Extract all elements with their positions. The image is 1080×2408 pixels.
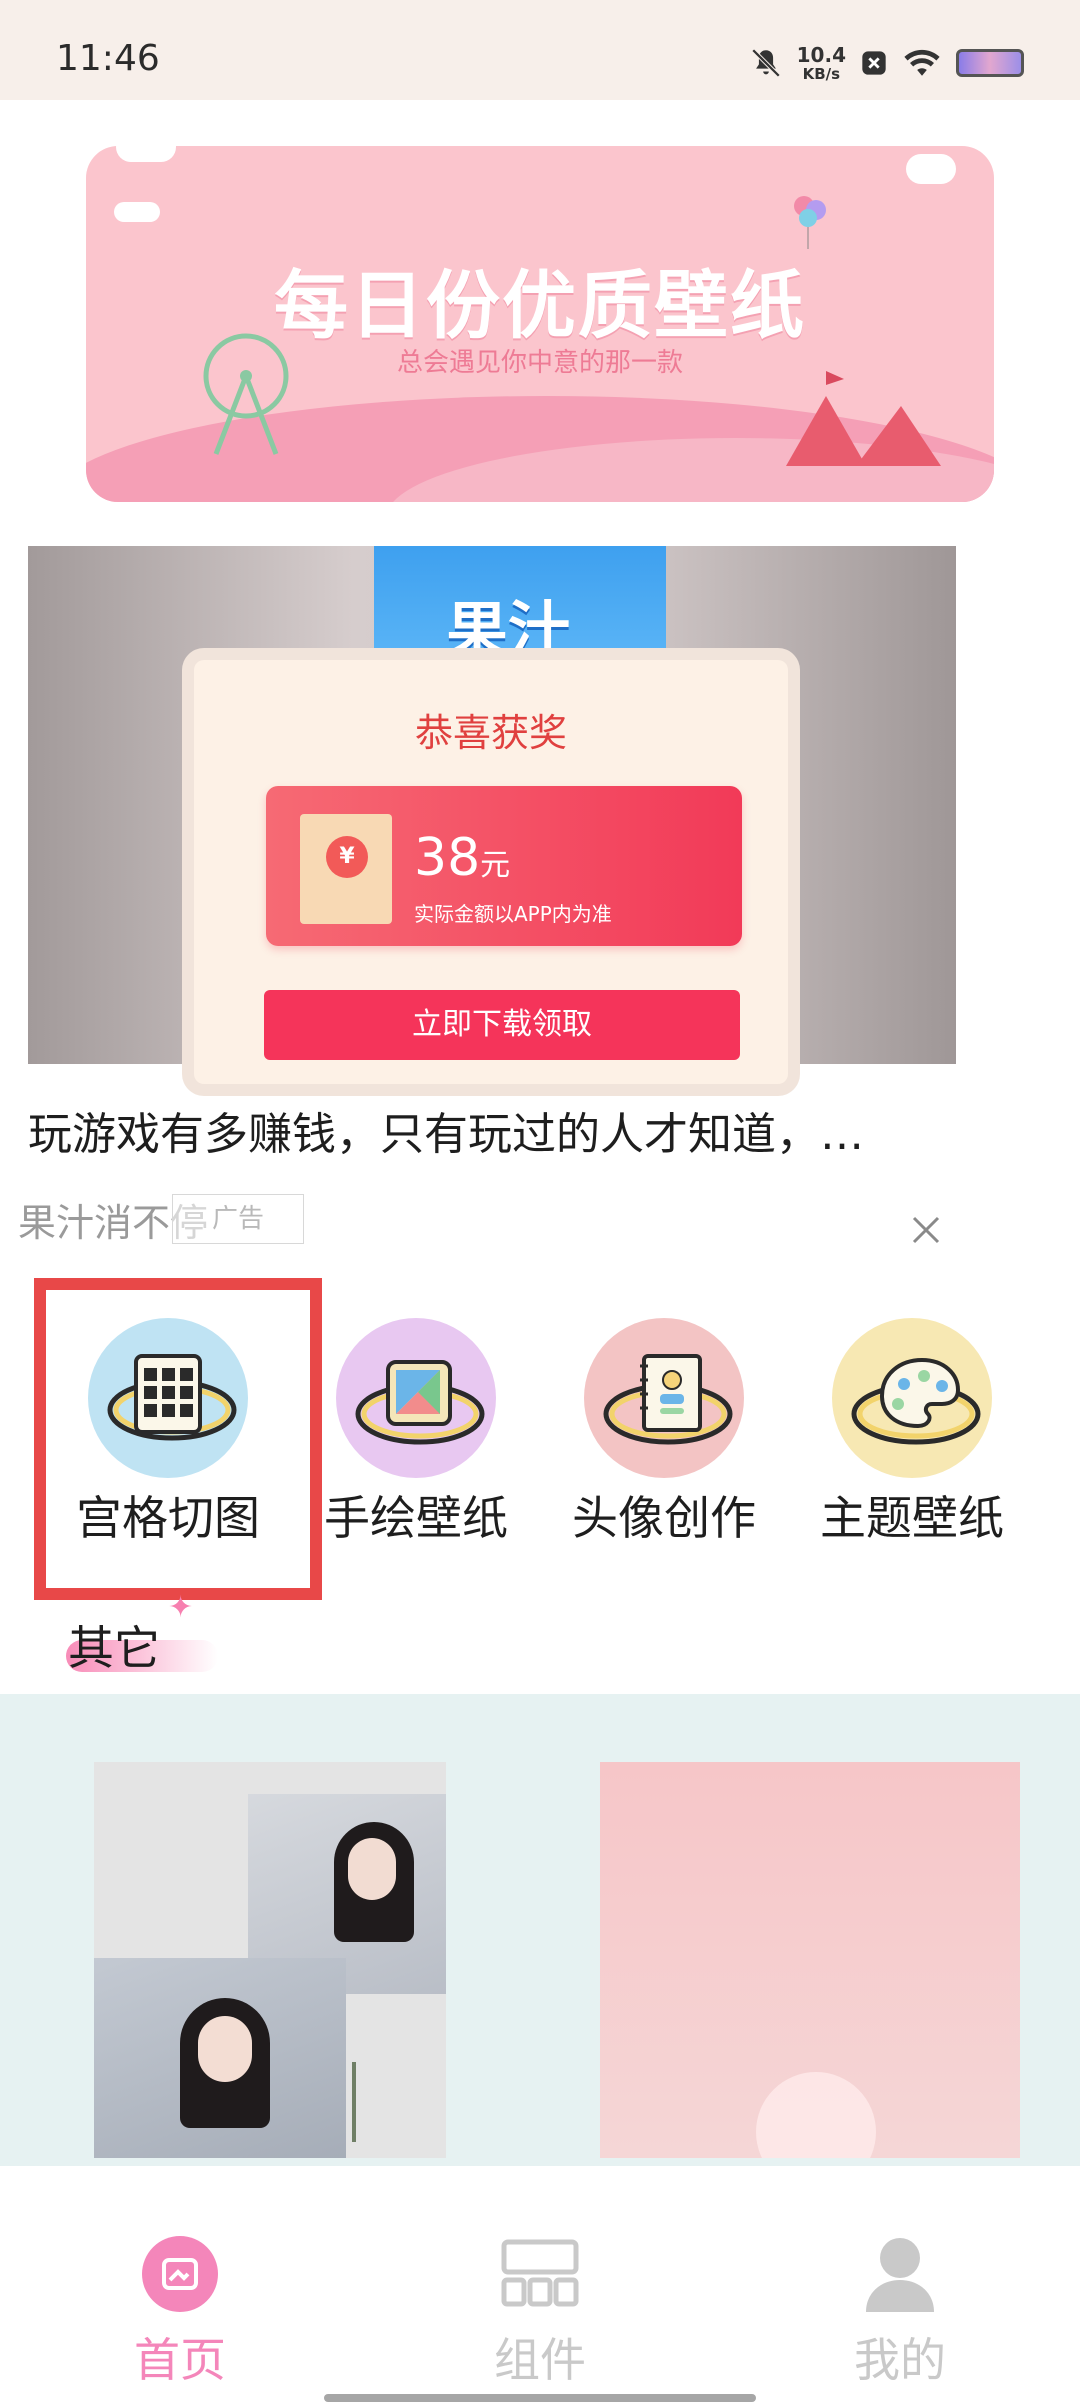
wallpaper-gallery [0,1694,1080,2174]
prize-popup[interactable]: 恭喜获奖 ¥ 38元 实际金额以APP内为准 立即下载领取 [182,648,800,1096]
wifi-icon [904,49,940,76]
nav-profile[interactable]: 我的 [800,2234,1000,2387]
banner-subtitle: 总会遇见你中意的那一款 [396,348,683,378]
wallpaper-card[interactable] [94,1762,446,2158]
tool-label: 手绘壁纸 [324,1491,508,1545]
wallpaper-card[interactable] [600,1762,1020,2158]
battery-icon [956,49,1024,77]
ad-badge: 广告 [172,1194,304,1244]
notification-x-icon [862,51,886,75]
widgets-icon [501,2239,579,2307]
wallpaper-banner[interactable]: 每日份优质壁纸 总会遇见你中意的那一款 [86,146,994,502]
section-title: 其它 [68,1621,160,1675]
nav-widgets-label: 组件 [494,2333,586,2387]
nav-widgets[interactable]: 组件 [440,2234,640,2387]
nav-home-label: 首页 [134,2333,226,2387]
home-icon [142,2236,218,2312]
tool-label: 头像创作 [572,1491,756,1545]
home-indicator[interactable] [324,2394,756,2402]
avatar-create-icon [584,1318,744,1478]
prize-amount-value: 38 [414,828,481,888]
sparkle-icon: ✦ [168,1590,194,1625]
net-speed: 10.4 KB/s [797,45,846,82]
download-claim-button[interactable]: 立即下载领取 [264,990,740,1060]
status-bar: 11:46 10.4 KB/s [0,0,1080,100]
bell-off-icon [751,48,780,78]
prize-ticket[interactable]: ¥ 38元 实际金额以APP内为准 [266,786,742,946]
cloud-decoration [114,202,160,222]
prize-amount-unit: 元 [480,848,511,883]
status-icons: 10.4 KB/s [749,38,1024,88]
tool-theme-wallpaper[interactable]: 主题壁纸 [788,1310,1036,1550]
status-time: 11:46 [56,38,160,79]
yen-coin-icon: ¥ [326,836,368,878]
tool-label: 主题壁纸 [820,1491,1004,1545]
plant-decoration [352,2062,412,2142]
moon-decoration [756,2072,876,2158]
hand-drawn-icon [336,1318,496,1478]
prize-note: 实际金额以APP内为准 [414,902,612,926]
tool-avatar-create[interactable]: 头像创作 [540,1310,788,1550]
ad-close-icon[interactable] [906,1210,946,1250]
theme-palette-icon [832,1318,992,1478]
cloud-decoration [906,154,956,184]
net-speed-unit: KB/s [802,64,841,83]
red-envelope-icon: ¥ [300,814,392,924]
net-speed-value: 10.4 [796,42,846,67]
balloons-icon [794,196,826,249]
selection-highlight [34,1278,322,1600]
portrait-face [348,1838,396,1900]
prize-amount: 38元 [414,828,510,888]
banner-title: 每日份优质壁纸 [274,263,806,349]
nav-profile-label: 我的 [854,2333,946,2387]
bottom-nav: 首页 组件 我的 [0,2166,1080,2408]
nav-home[interactable]: 首页 [80,2234,280,2387]
tool-hand-drawn[interactable]: 手绘壁纸 [292,1310,540,1550]
cloud-decoration [116,146,176,162]
profile-icon [866,2238,934,2312]
portrait-face [198,2016,252,2082]
ad-headline[interactable]: 玩游戏有多赚钱，只有玩过的人才知道，… [28,1098,1028,1162]
app-screen: 11:46 10.4 KB/s 每日份优质壁纸 总会遇见你中意的那一款 果汁 恭… [0,0,1080,2408]
prize-title: 恭喜获奖 [414,711,567,755]
